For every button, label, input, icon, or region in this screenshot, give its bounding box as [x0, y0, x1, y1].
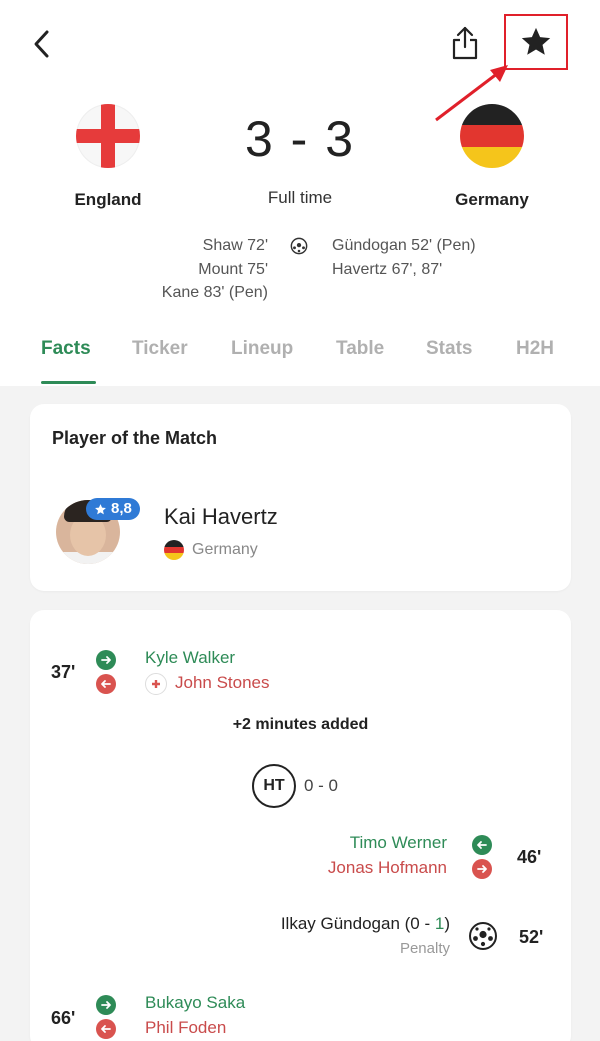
star-icon	[95, 503, 106, 514]
scorer: Mount 75'	[198, 260, 268, 278]
rating-badge: 8,8	[86, 498, 140, 520]
goal-scorers: Shaw 72' Mount 75' Kane 83' (Pen) Gündog…	[0, 234, 600, 306]
scorer: Havertz 67', 87'	[332, 260, 443, 278]
tab-lineup[interactable]: Lineup	[231, 338, 293, 360]
goal-score-highlight: 1	[434, 914, 445, 933]
tab-stats[interactable]: Stats	[426, 338, 472, 360]
half-time-badge: HT	[252, 764, 296, 808]
top-bar	[0, 0, 600, 122]
football-icon	[469, 922, 497, 950]
scorer: Gündogan 52' (Pen)	[332, 237, 476, 254]
event-minute: 46'	[517, 847, 542, 867]
match-status: Full time	[267, 188, 333, 207]
player-team: Germany	[164, 540, 258, 560]
tab-ticker[interactable]: Ticker	[132, 338, 188, 360]
share-icon	[452, 26, 478, 60]
event-minute: 37'	[51, 662, 76, 682]
england-flag-icon	[76, 104, 140, 168]
away-team[interactable]: Germany	[417, 92, 567, 210]
home-team[interactable]: England	[33, 92, 183, 210]
player-name: Kai Havertz	[164, 504, 278, 529]
player-in-link[interactable]: Bukayo Saka	[145, 993, 245, 1013]
player-in-link[interactable]: Kyle Walker	[145, 648, 235, 668]
sub-in-icon	[472, 835, 492, 855]
back-button[interactable]	[24, 24, 58, 64]
player-out-link[interactable]: Phil Foden	[145, 1018, 226, 1038]
player-team-name: Germany	[192, 541, 258, 558]
star-icon	[521, 27, 551, 55]
sub-in-icon	[96, 650, 116, 670]
injury-icon	[145, 673, 167, 695]
potm-title: Player of the Match	[52, 428, 218, 448]
rating-value: 8,8	[111, 500, 132, 517]
sub-out-icon	[96, 1019, 116, 1039]
sub-out-icon	[96, 674, 116, 694]
scorer: Shaw 72'	[202, 237, 268, 254]
football-icon	[290, 237, 308, 255]
added-time-label: +2 minutes added	[232, 716, 369, 733]
goal-detail: Penalty	[399, 940, 450, 957]
sub-out-icon	[472, 859, 492, 879]
home-team-name: England	[74, 190, 142, 209]
sub-in-icon	[96, 995, 116, 1015]
player-of-the-match-card[interactable]: Player of the Match 8,8 Kai Havertz Germ…	[30, 404, 571, 591]
away-team-name: Germany	[455, 190, 529, 209]
player-out-link[interactable]: John Stones	[175, 673, 270, 693]
event-minute: 52'	[519, 927, 544, 947]
half-time-score: 0 - 0	[304, 776, 339, 795]
goal-scorer-link[interactable]: Ilkay Gündogan (0 - 1)	[281, 914, 450, 934]
match-tabs: Facts Ticker Lineup Table Stats H2H	[0, 330, 600, 386]
scorer: Kane 83' (Pen)	[161, 284, 268, 301]
active-tab-indicator	[41, 381, 96, 384]
match-score: 3 - 3	[244, 111, 356, 167]
match-header: England 3 - 3 Full time Germany	[0, 92, 600, 232]
player-in-link[interactable]: Timo Werner	[350, 833, 447, 853]
germany-flag-icon	[460, 104, 524, 168]
tab-facts[interactable]: Facts	[41, 338, 91, 360]
match-events-card: 37' Kyle Walker John Stones +2 minutes a…	[30, 610, 571, 1041]
facts-content: Player of the Match 8,8 Kai Havertz Germ…	[0, 386, 600, 1041]
germany-flag-icon	[164, 540, 184, 560]
event-minute: 66'	[51, 1008, 76, 1028]
tab-h2h[interactable]: H2H	[516, 338, 554, 360]
chevron-left-icon	[34, 30, 49, 58]
home-scorers: Shaw 72' Mount 75' Kane 83' (Pen)	[162, 234, 268, 305]
tab-table[interactable]: Table	[336, 338, 384, 360]
player-out-link[interactable]: Jonas Hofmann	[328, 858, 447, 878]
away-scorers: Gündogan 52' (Pen) Havertz 67', 87'	[332, 234, 476, 281]
